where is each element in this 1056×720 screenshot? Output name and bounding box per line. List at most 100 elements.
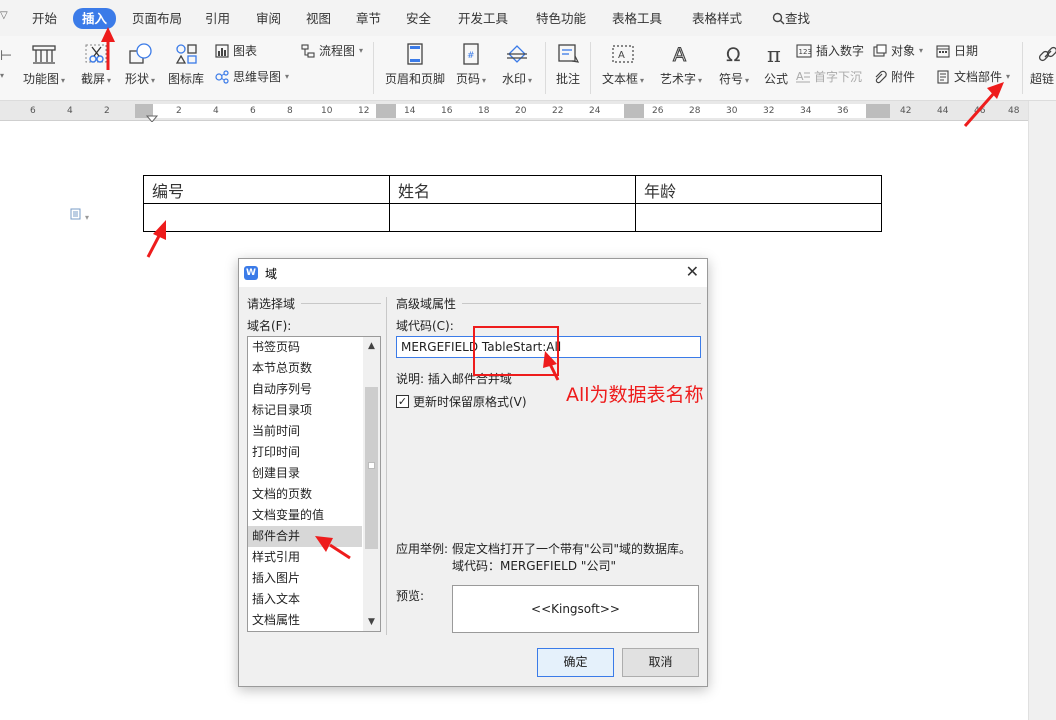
comment-button[interactable]: 批注 (552, 42, 584, 87)
field-list-item[interactable]: 文档的页数 (248, 484, 362, 505)
textbox-icon: A (612, 45, 634, 63)
chart-button[interactable]: 图表 (215, 42, 257, 60)
menu-tab-home[interactable]: 开始 (32, 9, 57, 29)
object-icon (873, 44, 887, 57)
iconlib-icon (175, 44, 197, 64)
annotation-text: All为数据表名称 (566, 384, 704, 406)
ruler-tick-label: 12 (358, 106, 370, 116)
formula-button[interactable]: π 公式 (760, 42, 792, 87)
date-button[interactable]: 日期 (936, 42, 978, 60)
ruler-column-marker[interactable] (624, 104, 644, 118)
hyperlink-button[interactable]: 超链 (1030, 42, 1056, 87)
ruler-tick-label: 22 (552, 106, 564, 116)
textbox-button[interactable]: A 文本框 ▾ (598, 42, 648, 87)
field-list-item[interactable]: 标记目录项 (248, 400, 362, 421)
horizontal-ruler[interactable]: 6 4 2 2 4 6 8 10 12 14 16 18 20 22 24 26… (0, 101, 1028, 123)
table-cell[interactable] (635, 203, 882, 232)
ruler-tick-label: 14 (404, 106, 416, 116)
funcchart-button[interactable]: 功能图 ▾ (20, 42, 68, 87)
ok-button[interactable]: 确定 (537, 648, 614, 677)
menu-tab-security[interactable]: 安全 (406, 9, 431, 29)
dialog-title: 域 (265, 267, 278, 281)
table-header-cell[interactable]: 编号 (143, 175, 390, 204)
menu-tab-chapter[interactable]: 章节 (356, 9, 381, 29)
symbol-label: 符号 (718, 72, 743, 86)
document-scrollbar[interactable] (1028, 101, 1056, 720)
menu-tab-view[interactable]: 视图 (306, 9, 331, 29)
flowchart-button[interactable]: 流程图 ▾ (301, 42, 363, 60)
field-list-item[interactable]: 文档属性 (248, 610, 362, 631)
paragraph-layout-icon[interactable]: ▾ (70, 208, 89, 223)
field-list-item[interactable]: 插入文本 (248, 589, 362, 610)
table-header-cell[interactable]: 年龄 (635, 175, 882, 204)
menu-tab-layout[interactable]: 页面布局 (132, 9, 182, 29)
ruler-tick-label: 10 (321, 106, 333, 116)
dropcap-button[interactable]: A 首字下沉 (796, 68, 862, 86)
document-table[interactable]: 编号 姓名 年龄 (143, 175, 882, 232)
ruler-tick-label: 4 (67, 106, 73, 116)
field-list-item[interactable]: 邮件合并 (248, 526, 362, 547)
keep-format-option[interactable]: ✓ 更新时保留原格式(V) (396, 393, 527, 410)
docparts-label: 文档部件 (954, 70, 1003, 84)
menu-tab-table-style[interactable]: 表格样式 (692, 9, 742, 29)
pagenum-button[interactable]: # 页码 ▾ (453, 42, 489, 87)
dialog-title-bar[interactable]: W 域 ✕ (239, 259, 707, 287)
table-cell[interactable] (389, 203, 636, 232)
search-icon (772, 12, 785, 25)
docparts-button[interactable]: 文档部件 ▾ (936, 68, 1010, 86)
screenshot-button[interactable]: 截屏 ▾ (76, 42, 116, 87)
insertnum-button[interactable]: 123 插入数字 (796, 42, 864, 60)
scroll-down-icon[interactable]: ▼ (363, 614, 380, 630)
field-list-item[interactable]: 插入图片 (248, 568, 362, 589)
symbol-button[interactable]: Ω 符号 ▾ (714, 42, 754, 87)
ribbon-left-caret-icon: ▾ (0, 71, 5, 80)
field-list-item[interactable]: 创建目录 (248, 463, 362, 484)
cancel-button[interactable]: 取消 (622, 648, 699, 677)
headerfooter-button[interactable]: 页眉和页脚 (383, 42, 447, 87)
shape-button[interactable]: 形状 ▾ (120, 42, 160, 87)
ruler-tick-label: 28 (689, 106, 701, 116)
link-icon (1038, 46, 1056, 62)
table-header-cell[interactable]: 姓名 (389, 175, 636, 204)
ruler-tick-label: 8 (287, 106, 293, 116)
field-list-item[interactable]: 打印时间 (248, 442, 362, 463)
field-list-item[interactable]: 本节总页数 (248, 358, 362, 379)
iconlib-button[interactable]: 图标库 (164, 42, 208, 87)
ruler-tick-label: 30 (726, 106, 738, 116)
ribbon-divider (590, 42, 591, 94)
field-list-scrollbar[interactable]: ▲ ▼ (363, 337, 380, 631)
attachment-button[interactable]: 附件 (873, 68, 915, 86)
menu-tab-table-tools[interactable]: 表格工具 (612, 9, 662, 29)
menu-tab-references[interactable]: 引用 (205, 9, 230, 29)
paperclip-icon (875, 70, 887, 84)
field-list-item[interactable]: 样式引用 (248, 547, 362, 568)
menu-tab-features[interactable]: 特色功能 (536, 9, 586, 29)
menu-search[interactable]: 查找 (772, 9, 810, 29)
mindmap-icon (215, 70, 229, 84)
menu-tab-developer[interactable]: 开发工具 (458, 9, 508, 29)
field-list-item[interactable]: 书签页码 (248, 337, 362, 358)
close-icon[interactable]: ✕ (686, 262, 699, 281)
mindmap-button[interactable]: 思维导图 ▾ (215, 68, 289, 86)
menu-tab-review[interactable]: 审阅 (256, 9, 281, 29)
field-list[interactable]: 书签页码 本节总页数 自动序列号 标记目录项 当前时间 打印时间 创建目录 文档的页数 文档变量… (247, 336, 381, 632)
scroll-up-icon[interactable]: ▲ (363, 338, 380, 354)
table-cell[interactable] (143, 203, 390, 232)
insertnum-label: 插入数字 (816, 44, 865, 58)
menu-collapse-icon[interactable]: ▽ (0, 10, 8, 21)
ruler-column-marker[interactable] (376, 104, 396, 118)
wordart-button[interactable]: A 艺术字 ▾ (656, 42, 706, 87)
scroll-grip-icon (368, 462, 375, 469)
advanced-group-label: 高级域属性 (396, 297, 457, 311)
menu-bar: ▽ 开始 插入 页面布局 引用 审阅 视图 章节 安全 开发工具 特色功能 表格… (0, 0, 1056, 36)
keep-format-checkbox[interactable]: ✓ (396, 395, 409, 408)
field-list-item[interactable]: 文档变量的值 (248, 505, 362, 526)
menu-tab-insert[interactable]: 插入 (73, 8, 117, 29)
field-list-item[interactable]: 当前时间 (248, 421, 362, 442)
watermark-button[interactable]: 水印 ▾ (497, 42, 537, 87)
watermark-icon (507, 45, 527, 63)
svg-text:#: # (467, 51, 475, 61)
field-list-item[interactable]: 自动序列号 (248, 379, 362, 400)
object-button[interactable]: 对象 ▾ (873, 42, 923, 60)
field-name-label: 域名(F): (247, 319, 292, 333)
